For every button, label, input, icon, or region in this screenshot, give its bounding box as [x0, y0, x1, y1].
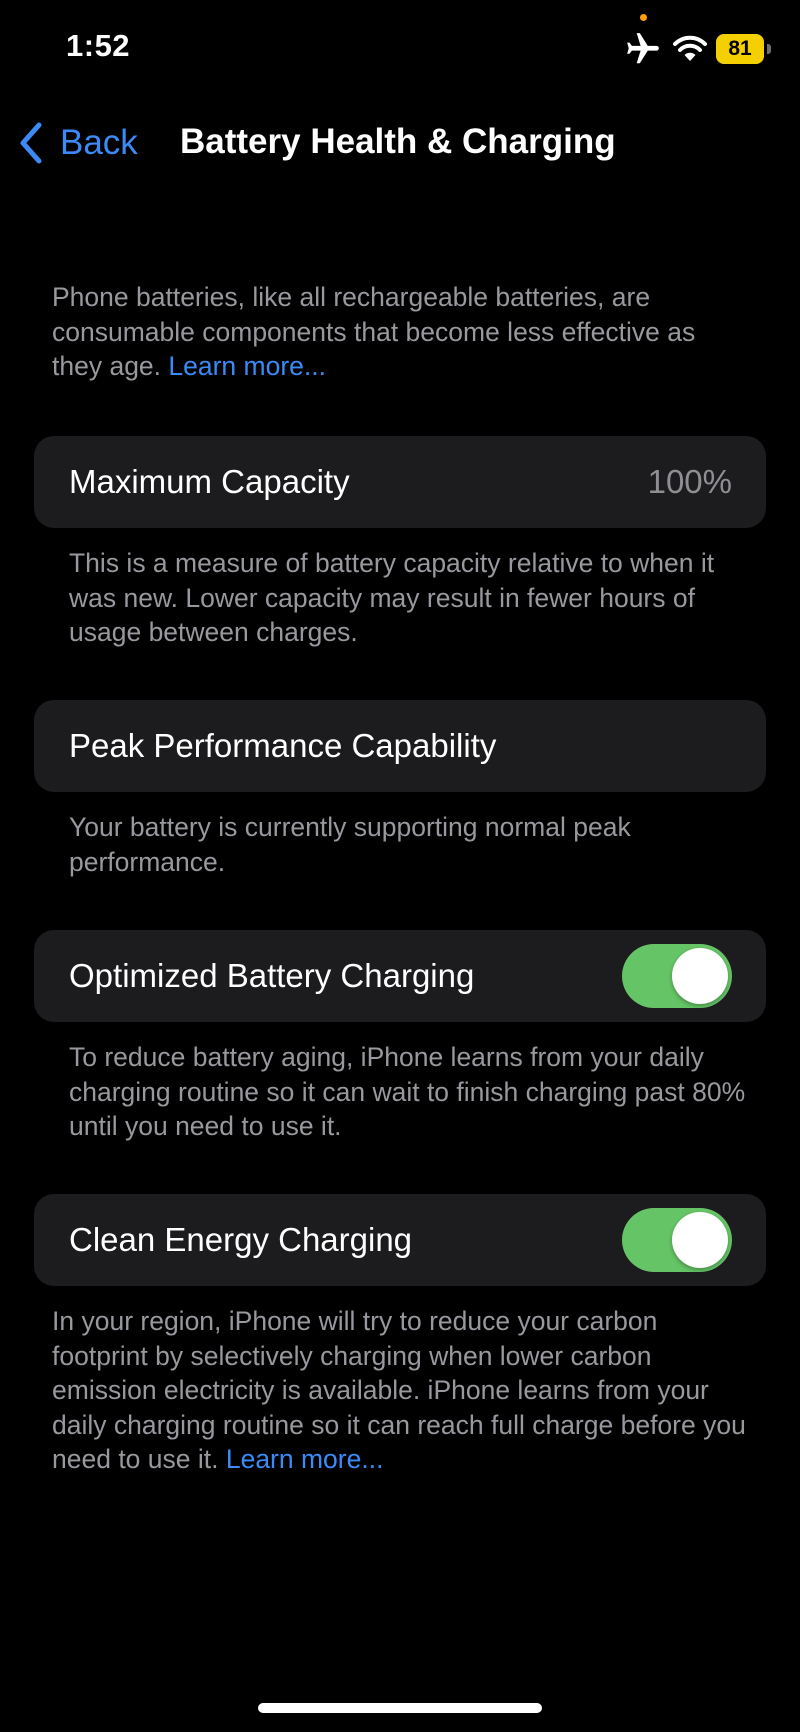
navigation-bar: Back Battery Health & Charging — [0, 110, 800, 176]
airplane-icon — [627, 33, 659, 64]
intro-text: Phone batteries, like all rechargeable b… — [52, 280, 752, 384]
battery-nub — [767, 44, 771, 54]
page-title: Battery Health & Charging — [180, 122, 616, 161]
back-label: Back — [60, 123, 138, 162]
clean-energy-label: Clean Energy Charging — [69, 1221, 413, 1258]
optimized-charging-footer: To reduce battery aging, iPhone learns f… — [69, 1042, 746, 1141]
optimized-charging-toggle[interactable] — [622, 944, 732, 1008]
chevron-left-icon — [20, 122, 42, 164]
peak-performance-label: Peak Performance Capability — [69, 727, 497, 764]
toggle-knob — [672, 1212, 728, 1268]
peak-performance-footer: Your battery is currently supporting nor… — [69, 812, 631, 877]
battery-icon: 81 — [716, 34, 774, 64]
peak-performance-row: Peak Performance Capability — [34, 700, 766, 792]
maximum-capacity-footer: This is a measure of battery capacity re… — [69, 548, 715, 647]
clean-energy-toggle[interactable] — [622, 1208, 732, 1272]
status-bar: 1:52 81 — [0, 0, 800, 100]
maximum-capacity-label: Maximum Capacity — [69, 463, 350, 500]
intro-learn-more-link[interactable]: Learn more... — [168, 351, 326, 381]
clean-energy-footer: In your region, iPhone will try to reduc… — [52, 1304, 752, 1477]
optimized-charging-label: Optimized Battery Charging — [69, 957, 475, 994]
privacy-indicator-dot — [640, 14, 647, 21]
optimized-charging-row: Optimized Battery Charging — [34, 930, 766, 1022]
battery-level: 81 — [716, 34, 764, 64]
status-time: 1:52 — [66, 28, 131, 63]
wifi-icon — [673, 35, 707, 61]
clean-energy-row: Clean Energy Charging — [34, 1194, 766, 1286]
maximum-capacity-row: Maximum Capacity 100% — [34, 436, 766, 528]
clean-energy-learn-more-link[interactable]: Learn more... — [226, 1444, 384, 1474]
intro-body: Phone batteries, like all rechargeable b… — [52, 282, 696, 381]
toggle-knob — [672, 948, 728, 1004]
home-indicator[interactable] — [258, 1703, 542, 1713]
maximum-capacity-value: 100% — [647, 463, 732, 500]
clean-energy-footer-body: In your region, iPhone will try to reduc… — [52, 1306, 746, 1474]
back-button[interactable]: Back — [18, 118, 138, 168]
